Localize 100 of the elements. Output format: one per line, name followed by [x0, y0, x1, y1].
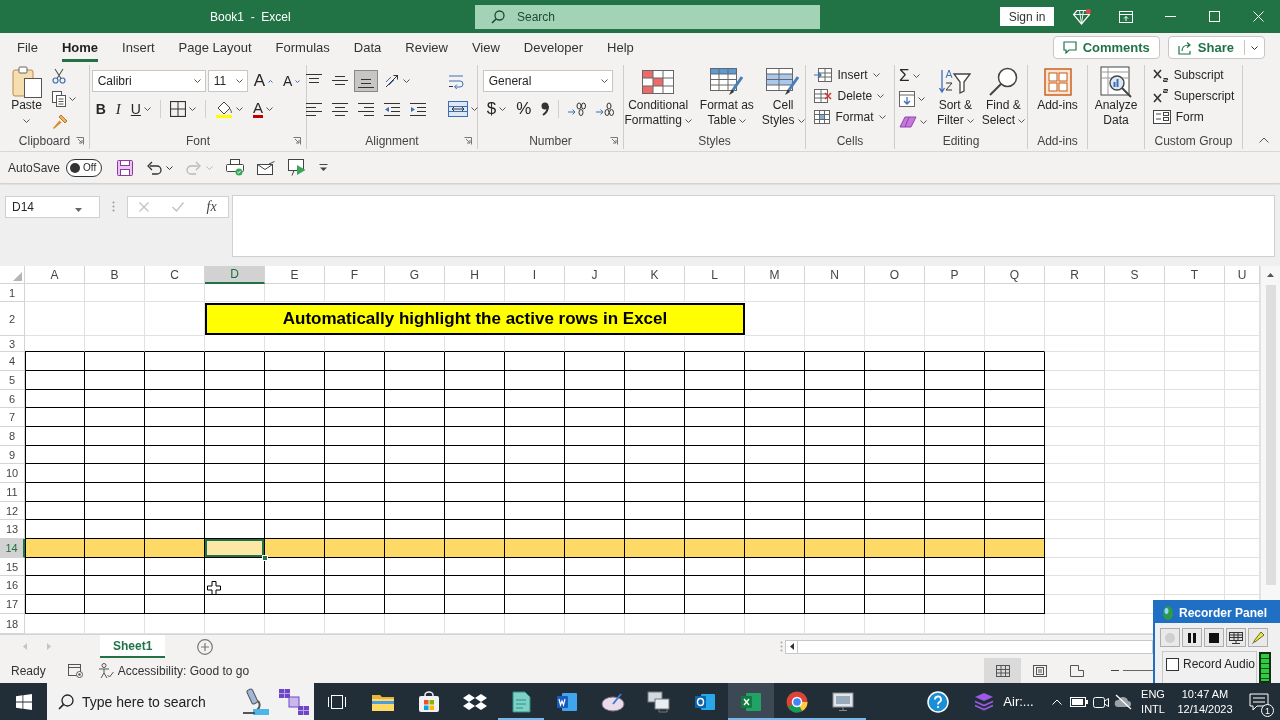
menu-tab[interactable]: Formulas — [275, 33, 330, 62]
notifications-button[interactable]: 1 — [1238, 683, 1280, 720]
row-header[interactable]: 4 — [0, 352, 25, 371]
form-button[interactable]: Form — [1150, 107, 1206, 127]
row-header[interactable]: 17 — [0, 595, 25, 614]
column-header[interactable]: R — [1045, 266, 1105, 284]
superscript-button[interactable]: Superscript — [1150, 86, 1237, 106]
search-box[interactable]: Search — [475, 4, 820, 29]
column-header[interactable]: L — [685, 266, 745, 284]
row-header[interactable]: 1 — [0, 284, 25, 302]
horizontal-scrollbar[interactable] — [785, 639, 1153, 654]
fill-handle[interactable] — [262, 555, 268, 561]
row-header[interactable]: 8 — [0, 427, 25, 446]
analyze-data-button[interactable]: Analyze Data — [1092, 65, 1140, 128]
underline-button[interactable]: U — [126, 98, 155, 120]
find-select-button[interactable]: Find & Select — [979, 65, 1027, 128]
autosum-button[interactable]: Σ — [895, 65, 924, 87]
comments-button[interactable]: Comments — [1052, 36, 1160, 59]
collapse-ribbon-button[interactable] — [1257, 135, 1271, 145]
menu-tab[interactable]: Insert — [122, 33, 155, 62]
decrease-font-size-button[interactable]: A — [279, 70, 305, 92]
column-header[interactable]: G — [385, 266, 445, 284]
column-header[interactable]: A — [25, 266, 85, 284]
column-header[interactable]: M — [745, 266, 805, 284]
currency-button[interactable]: $ — [482, 98, 511, 120]
row-header[interactable]: 11 — [0, 483, 25, 502]
increase-font-size-button[interactable]: A — [249, 70, 277, 92]
conditional-formatting-button[interactable]: Conditional Formatting — [622, 65, 694, 128]
format-cells-button[interactable]: Format — [812, 107, 888, 127]
checkbox[interactable] — [1166, 657, 1179, 671]
taskbar-button[interactable]: Air:... — [961, 683, 1046, 720]
column-header[interactable]: S — [1105, 266, 1165, 284]
column-header[interactable]: B — [85, 266, 145, 284]
font-name-dropdown[interactable]: Calibri — [91, 70, 206, 92]
column-header[interactable]: Q — [985, 266, 1045, 284]
stop-button[interactable] — [1204, 628, 1224, 647]
normal-view-button[interactable] — [984, 658, 1021, 683]
sheet-tab[interactable]: Sheet1 — [100, 635, 166, 658]
font-size-dropdown[interactable]: 11 — [207, 70, 248, 92]
percent-button[interactable]: % — [512, 98, 536, 120]
column-header[interactable]: T — [1165, 266, 1225, 284]
number-format-dropdown[interactable]: General — [482, 70, 613, 92]
menu-tab[interactable]: Developer — [523, 33, 584, 62]
delete-cells-button[interactable]: Delete — [812, 86, 887, 106]
language-indicator[interactable]: ENG INTL — [1134, 683, 1172, 720]
column-header[interactable]: O — [865, 266, 925, 284]
search-box[interactable]: Type here to search — [47, 683, 314, 720]
row-header[interactable]: 10 — [0, 464, 25, 483]
row-header[interactable]: 2 — [0, 302, 25, 336]
highlighter-button[interactable] — [1248, 628, 1268, 647]
row-header[interactable]: 14 — [0, 539, 25, 558]
column-header[interactable]: D — [205, 266, 265, 284]
row-header[interactable]: 15 — [0, 558, 25, 576]
menu-tab[interactable]: Review — [405, 33, 448, 62]
insert-cells-button[interactable]: Insert — [812, 65, 882, 85]
row-header[interactable]: 12 — [0, 502, 25, 520]
formula-input[interactable] — [232, 195, 1275, 257]
italic-button[interactable]: I — [111, 98, 125, 120]
clock[interactable]: 10:47 AM 12/14/2023 — [1172, 683, 1238, 720]
menu-tab[interactable]: Help — [607, 33, 634, 62]
column-header[interactable]: N — [805, 266, 865, 284]
column-header[interactable]: J — [565, 266, 625, 284]
cell-styles-button[interactable]: Cell Styles — [759, 65, 807, 128]
subscript-button[interactable]: Subscript — [1150, 65, 1226, 85]
paste-button[interactable]: Paste — [9, 65, 44, 128]
accessibility-button[interactable]: Accessibility: Good to go — [97, 662, 250, 679]
search-input[interactable]: Type here to search — [82, 691, 232, 712]
scrollbar-thumb[interactable] — [1265, 285, 1276, 585]
dialog-launcher-icon[interactable] — [76, 137, 84, 145]
vertical-scrollbar[interactable] — [1260, 266, 1280, 600]
column-header[interactable]: H — [445, 266, 505, 284]
dialog-launcher-icon[interactable] — [293, 136, 301, 145]
row-header[interactable]: 3 — [0, 336, 25, 352]
insert-function-button[interactable]: fx — [201, 197, 222, 217]
column-header[interactable]: K — [625, 266, 685, 284]
checkbox-label[interactable]: Record Audio — [1183, 657, 1256, 671]
new-sheet-button[interactable] — [197, 638, 214, 655]
row-header[interactable]: 9 — [0, 446, 25, 464]
menu-tab[interactable]: Data — [353, 33, 382, 62]
column-header[interactable]: E — [265, 266, 325, 284]
add-ins-button[interactable]: Add-ins — [1035, 65, 1080, 113]
scroll-up-button[interactable] — [1265, 271, 1276, 279]
menu-tab[interactable]: File — [17, 33, 38, 62]
macro-recording-button[interactable] — [67, 663, 83, 678]
menu-tab[interactable]: Page Layout — [178, 33, 252, 62]
autosave-toggle[interactable]: Off — [66, 158, 103, 177]
format-as-table-button[interactable]: Format as Table — [697, 65, 756, 128]
search-input[interactable]: Search — [517, 7, 717, 26]
row-header[interactable]: 5 — [0, 371, 25, 390]
row-header[interactable]: 16 — [0, 576, 25, 595]
name-box[interactable]: D14 — [5, 196, 100, 218]
pause-button[interactable] — [1182, 628, 1202, 647]
share-button[interactable]: Share — [1167, 36, 1265, 59]
column-header[interactable]: I — [505, 266, 565, 284]
dialog-launcher-icon[interactable] — [464, 136, 472, 145]
bottom-align-button[interactable] — [354, 70, 378, 92]
dialog-launcher-icon[interactable] — [610, 136, 618, 145]
column-header[interactable]: F — [325, 266, 385, 284]
grid-button[interactable] — [1226, 628, 1246, 647]
bold-button[interactable]: B — [91, 98, 110, 120]
